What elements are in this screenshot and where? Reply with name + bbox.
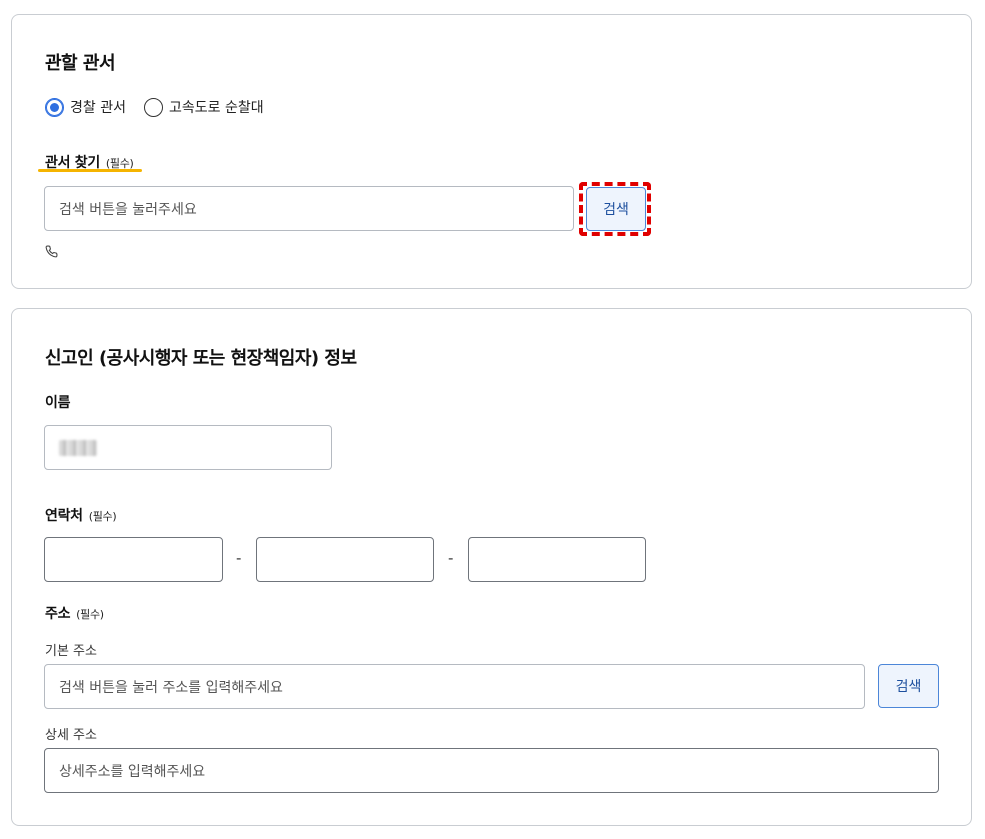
jurisdiction-card: 관할 관서 경찰 관서 고속도로 순찰대 관서 찾기 (필수) 검색 버튼을 눌러… bbox=[11, 14, 972, 289]
radio-police-office[interactable]: 경찰 관서 bbox=[45, 97, 126, 117]
phone-part2-input[interactable] bbox=[256, 537, 434, 582]
address-label-text: 주소 bbox=[45, 606, 71, 622]
phone-dash-2: - bbox=[448, 549, 454, 567]
phone-part1-input[interactable] bbox=[44, 537, 223, 582]
label-highlight-underline bbox=[38, 169, 142, 172]
phone-icon bbox=[45, 243, 59, 258]
basic-address-input[interactable]: 검색 버튼을 눌러 주소를 입력해주세요 bbox=[44, 664, 865, 709]
required-mark: (필수) bbox=[76, 608, 104, 621]
name-input[interactable] bbox=[44, 425, 332, 470]
radio-selected-icon[interactable] bbox=[45, 97, 64, 117]
radio-highway-patrol[interactable]: 고속도로 순찰대 bbox=[144, 97, 264, 117]
required-mark: (필수) bbox=[88, 510, 117, 523]
reporter-card: 신고인 (공사시행자 또는 현장책임자) 정보 이름 연락처 (필수) - - 주… bbox=[11, 308, 972, 826]
office-search-button[interactable]: 검색 bbox=[586, 187, 646, 231]
address-search-button[interactable]: 검색 bbox=[878, 664, 939, 708]
basic-address-placeholder: 검색 버튼을 눌러 주소를 입력해주세요 bbox=[59, 679, 283, 696]
contact-label: 연락처 (필수) bbox=[45, 505, 117, 525]
office-search-placeholder: 검색 버튼을 눌러주세요 bbox=[59, 201, 197, 218]
detail-address-input[interactable]: 상세주소를 입력해주세요 bbox=[44, 748, 939, 793]
detail-address-label: 상세 주소 bbox=[45, 728, 97, 743]
jurisdiction-title: 관할 관서 bbox=[45, 53, 116, 74]
name-label: 이름 bbox=[45, 395, 71, 411]
basic-address-label: 기본 주소 bbox=[45, 644, 97, 659]
reporter-title: 신고인 (공사시행자 또는 현장책임자) 정보 bbox=[45, 348, 357, 369]
contact-label-text: 연락처 bbox=[45, 508, 83, 524]
radio-police-office-label: 경찰 관서 bbox=[70, 100, 126, 116]
address-label: 주소 (필수) bbox=[45, 603, 104, 623]
radio-unselected-icon[interactable] bbox=[144, 97, 163, 117]
detail-address-placeholder: 상세주소를 입력해주세요 bbox=[59, 763, 206, 780]
phone-part3-input[interactable] bbox=[468, 537, 646, 582]
office-search-input[interactable]: 검색 버튼을 눌러주세요 bbox=[44, 186, 574, 231]
phone-dash-1: - bbox=[236, 549, 242, 567]
redacted-name-value bbox=[59, 439, 97, 456]
radio-highway-patrol-label: 고속도로 순찰대 bbox=[169, 100, 264, 116]
